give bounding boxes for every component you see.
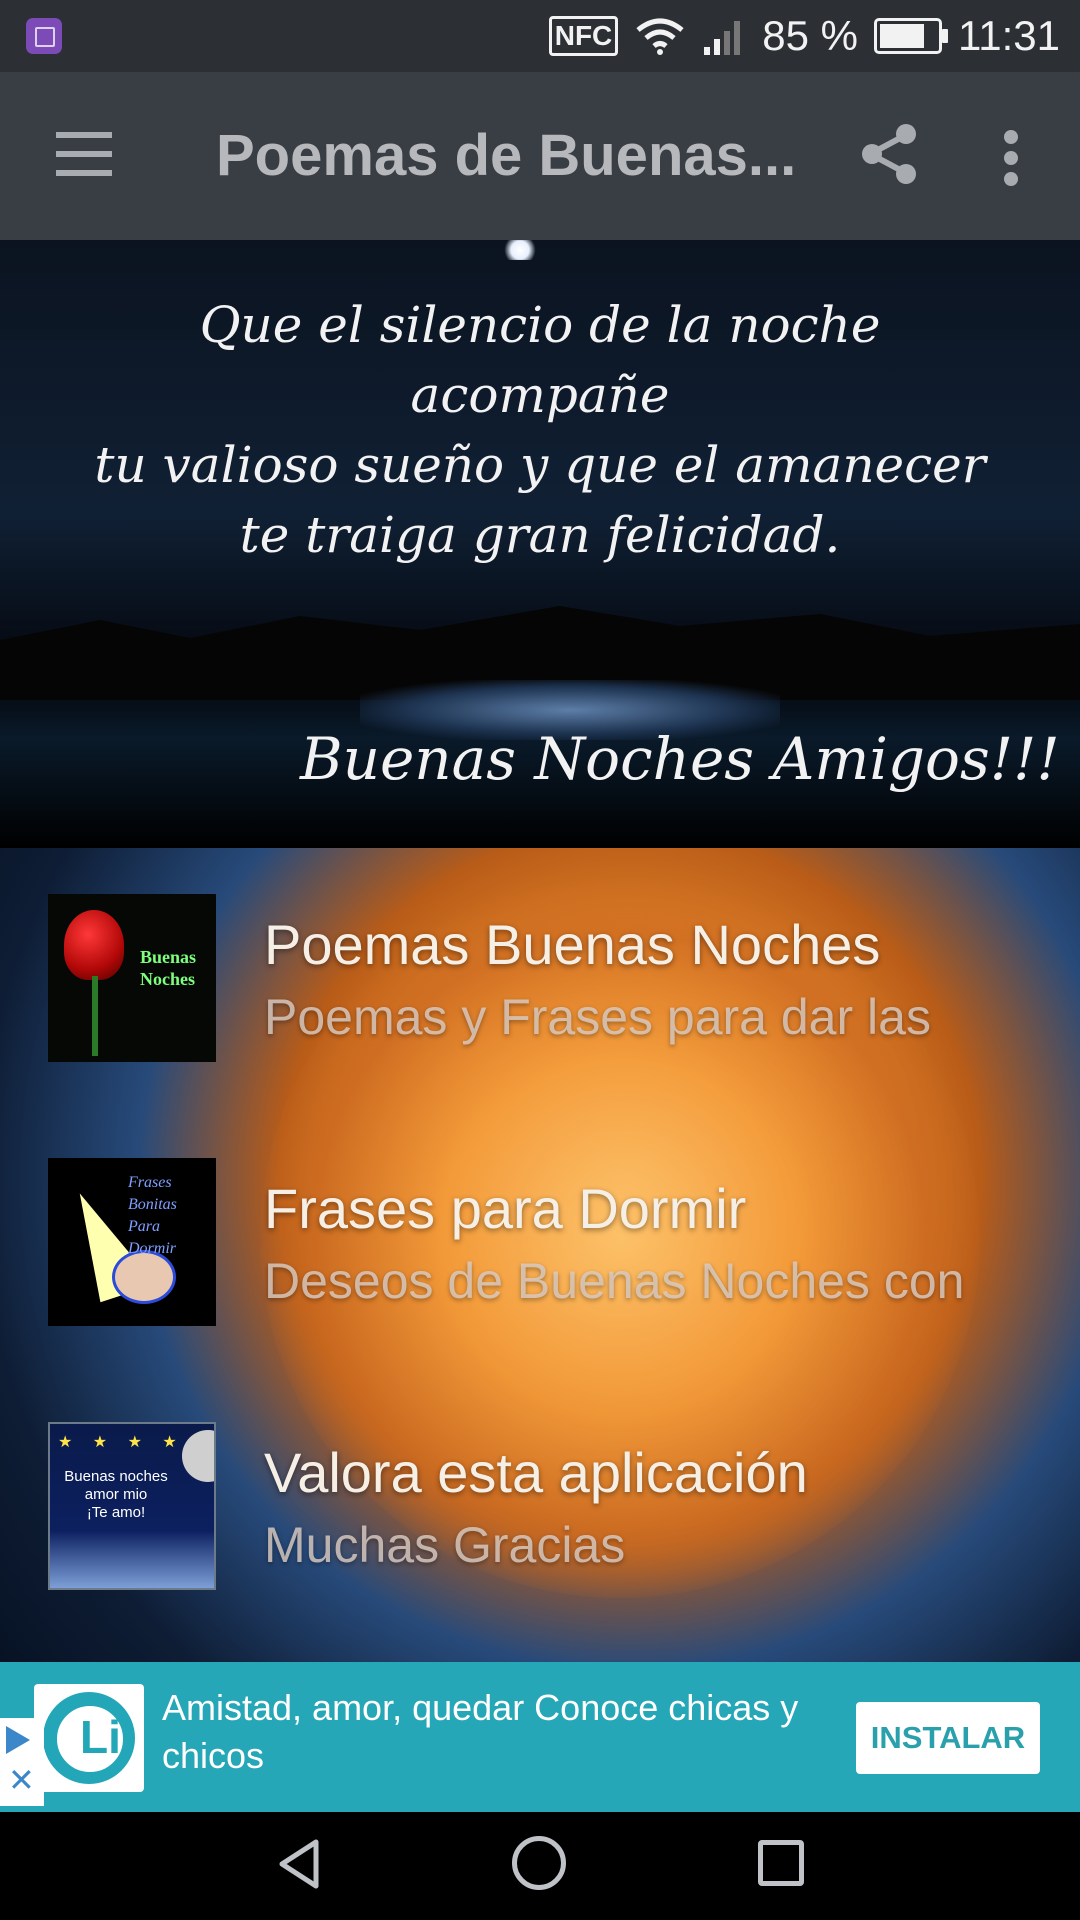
battery-icon [874, 18, 948, 54]
nfc-icon: NFC [548, 16, 619, 56]
list-item-title: Poemas Buenas Noches [264, 913, 881, 976]
header-image: Que el silencio de la noche acompañe tu … [0, 240, 1080, 848]
night-sky-thumbnail: ★ ★ ★ ★ Buenas noches amor mio ¡Te amo! [48, 1422, 216, 1590]
sleeping-baby-thumbnail: Frases Bonitas Para Dormir [48, 1158, 216, 1326]
status-bar: NFC 85 % 11:31 [0, 0, 1080, 72]
rose-thumbnail: Buenas Noches [48, 894, 216, 1062]
signal-icon [704, 21, 741, 55]
more-options-icon[interactable] [1004, 130, 1024, 186]
ad-banner[interactable]: Li Amistad, amor, quedar Conoce chicas y… [0, 1662, 1080, 1812]
quote-line: tu valioso sueño y que el amanecer [94, 436, 986, 494]
list-item-poemas[interactable]: Buenas Noches Poemas Buenas Noches Poemas… [0, 848, 1080, 1112]
thumbnail-caption: Buenas noches amor mio ¡Te amo! [64, 1468, 168, 1521]
ad-choices[interactable]: ✕ [0, 1718, 44, 1806]
hamburger-menu-icon[interactable] [56, 132, 112, 176]
home-icon[interactable] [512, 1836, 566, 1890]
close-ad-icon[interactable]: ✕ [8, 1764, 35, 1796]
quote-line: Que el silencio de la noche acompañe [199, 296, 881, 424]
install-button[interactable]: INSTALAR [856, 1702, 1040, 1774]
app-toolbar: Poemas de Buenas... [0, 72, 1080, 240]
night-quote: Que el silencio de la noche acompañe tu … [80, 290, 1000, 570]
navigation-bar [0, 1812, 1080, 1920]
list-item-subtitle: Poemas y Frases para dar las [264, 989, 931, 1045]
status-indicators: NFC 85 % 11:31 [548, 8, 1060, 64]
thumbnail-caption: Frases Bonitas Para Dormir [128, 1174, 177, 1257]
menu-list: Buenas Noches Poemas Buenas Noches Poemas… [0, 848, 1080, 1662]
clock: 11:31 [958, 12, 1060, 59]
share-icon[interactable] [860, 122, 920, 186]
wifi-icon [636, 18, 684, 55]
moon-glow [500, 240, 540, 260]
ad-app-logo: Li [34, 1684, 144, 1792]
ad-text: Amistad, amor, quedar Conoce chicas y ch… [162, 1687, 799, 1776]
recent-apps-icon[interactable] [758, 1840, 804, 1886]
signature-text: Buenas Noches Amigos!!! [300, 725, 1060, 793]
list-item-valora[interactable]: ★ ★ ★ ★ Buenas noches amor mio ¡Te amo! Va… [0, 1376, 1080, 1640]
adchoices-icon[interactable] [6, 1726, 30, 1754]
back-icon[interactable] [274, 1838, 326, 1890]
battery-percent: 85 % [762, 12, 858, 59]
list-item-title: Valora esta aplicación [264, 1441, 808, 1504]
list-item-title: Frases para Dormir [264, 1177, 747, 1240]
quote-line: te traiga gran felicidad. [239, 506, 841, 564]
page-title: Poemas de Buenas... [216, 123, 797, 188]
gallery-notification-icon [26, 18, 62, 54]
list-item-subtitle: Muchas Gracias [264, 1517, 626, 1573]
list-item-subtitle: Deseos de Buenas Noches con [264, 1253, 965, 1309]
thumbnail-caption: Buenas Noches [140, 947, 197, 989]
list-item-frases[interactable]: Frases Bonitas Para Dormir Frases para Dorm… [0, 1112, 1080, 1376]
